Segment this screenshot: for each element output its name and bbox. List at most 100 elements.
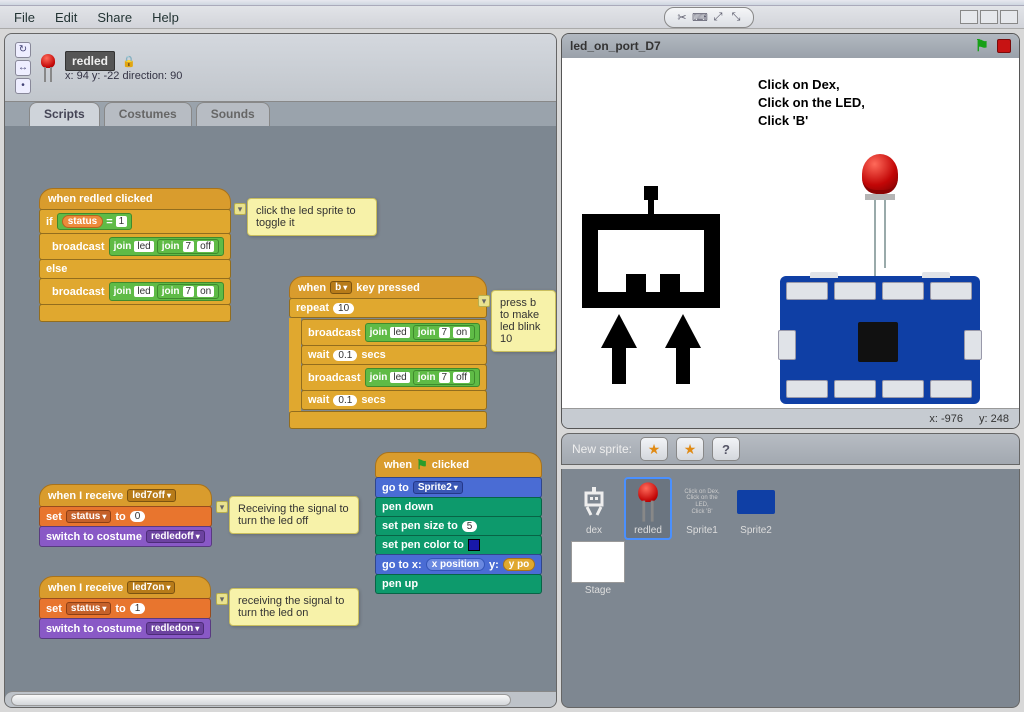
sprite-dex-on-stage[interactable] [582,186,720,348]
horizontal-scrollbar[interactable] [5,691,556,707]
stage-container: led_on_port_D7 ⚑ Click on Dex, Click on … [561,33,1020,429]
random-sprite-button[interactable]: ? [712,437,740,461]
scripts-area[interactable]: when redled clicked if status = 1 broadc… [5,126,556,707]
mouse-y-label: y: 248 [979,413,1009,425]
var-status[interactable]: status [62,215,103,228]
menu-share[interactable]: Share [89,8,140,27]
block-wait-1[interactable]: wait0.1secs [301,345,487,365]
comment-receive-on[interactable]: ▾ receiving the signal to turn the led o… [229,588,359,626]
block-broadcast-off[interactable]: broadcast joinled join7off [39,233,231,260]
new-sprite-label: New sprite: [572,442,632,456]
operator-join[interactable]: joinled join7off [109,237,224,256]
comment-collapse-icon[interactable]: ▾ [216,593,228,605]
tab-sounds[interactable]: Sounds [196,102,270,126]
choose-sprite-file-button[interactable]: ★ [676,437,704,461]
block-broadcast-on-loop[interactable]: broadcast joinled join7on [301,319,487,346]
editor-tabs: Scripts Costumes Sounds [5,102,556,126]
green-flag-icon: ⚑ [416,457,428,473]
tool-grow-icon[interactable]: ⤢ [709,11,727,24]
comment-collapse-icon[interactable]: ▾ [234,203,246,215]
block-else[interactable]: else [39,259,231,279]
block-switch-costume-on[interactable]: switch to costumeredledon [39,618,211,639]
value-10[interactable]: 10 [333,303,354,314]
comment-receive-off[interactable]: ▾ Receiving the signal to turn the led o… [229,496,359,534]
dropdown-key[interactable]: b [330,281,352,294]
block-broadcast-on[interactable]: broadcast joinled join7on [39,278,231,305]
mouse-coordinates-bar: x: -976 y: 248 [562,408,1019,428]
sprite-board-on-stage[interactable] [780,276,980,404]
comment-collapse-icon[interactable]: ▾ [478,295,490,307]
block-set-status-1[interactable]: setstatusto1 [39,598,211,619]
block-if[interactable]: if status = 1 [39,209,231,234]
block-set-status-0[interactable]: setstatusto0 [39,506,212,527]
script-stack-when-clicked[interactable]: when redled clicked if status = 1 broadc… [39,188,231,322]
hat-when-receive-off[interactable]: when I receive led7off [39,484,212,507]
menu-file[interactable]: File [6,8,43,27]
view-small-stage-button[interactable] [960,10,978,24]
rotate-style-360-button[interactable]: ↻ [15,42,31,58]
stage[interactable]: Click on Dex, Click on the LED, Click 'B… [562,58,1019,408]
block-wait-2[interactable]: wait0.1secs [301,390,487,410]
comment-blink[interactable]: ▾ press b to make led blink 10 [491,290,556,352]
stage-thumb[interactable]: Stage [570,537,626,600]
script-stack-green-flag[interactable]: when⚑clicked go toSprite2 pen down set p… [375,452,542,594]
block-pen-up[interactable]: pen up [375,574,542,594]
stage-title-bar: led_on_port_D7 ⚑ [562,34,1019,58]
dropdown-led7off[interactable]: led7off [127,489,176,502]
tab-scripts[interactable]: Scripts [29,102,100,126]
lock-icon[interactable]: 🔒 [122,55,136,68]
value-1[interactable]: 1 [116,216,128,227]
tool-stamp-icon[interactable]: ⌨ [691,11,709,24]
script-stack-receive-on[interactable]: when I receive led7on setstatusto1 switc… [39,576,211,639]
block-pen-down[interactable]: pen down [375,497,542,517]
sprite-library: dex redled Click on Dex,Click on the LED… [561,469,1020,708]
script-stack-key-pressed[interactable]: when b key pressed repeat10 broadcast jo… [289,276,487,429]
block-goto-xy[interactable]: go to x:x positiony:y po [375,554,542,575]
sprite-name-field[interactable]: redled [65,51,115,71]
block-pen-color[interactable]: set pen color to [375,535,542,555]
hat-when-green-flag[interactable]: when⚑clicked [375,452,542,478]
operator-join[interactable]: joinled join7on [109,282,225,301]
reporter-y-position[interactable]: y po [503,558,536,571]
script-stack-receive-off[interactable]: when I receive led7off setstatusto0 swit… [39,484,212,547]
comment-toggle-led[interactable]: ▾ click the led sprite to toggle it [247,198,377,236]
block-repeat[interactable]: repeat10 [289,298,487,318]
menu-edit[interactable]: Edit [47,8,85,27]
new-sprite-toolbar: New sprite: ★ ★ ? [561,433,1020,465]
paint-new-sprite-button[interactable]: ★ [640,437,668,461]
stage-instructions: Click on Dex, Click on the LED, Click 'B… [758,76,865,131]
pen-color-swatch[interactable] [468,539,480,551]
view-normal-stage-button[interactable] [980,10,998,24]
reporter-x-position[interactable]: x position [426,558,485,571]
block-broadcast-off-loop[interactable]: broadcast joinled join7off [301,364,487,391]
sprite-redled-on-stage[interactable] [862,154,898,200]
tool-shrink-icon[interactable]: ⤡ [727,11,745,24]
rotate-style-flip-button[interactable]: ↔ [15,60,31,76]
scrollbar-thumb[interactable] [11,694,511,706]
block-switch-costume-off[interactable]: switch to costumeredledoff [39,526,212,547]
operator-equals[interactable]: status = 1 [57,213,132,230]
cursor-tools[interactable]: ✂ ⌨ ⤢ ⤡ [664,7,754,28]
block-pen-size[interactable]: set pen size to5 [375,516,542,536]
block-goto-sprite[interactable]: go toSprite2 [375,477,542,498]
comment-collapse-icon[interactable]: ▾ [216,501,228,513]
rotate-style-none-button[interactable]: • [15,78,31,94]
tool-pointer-icon[interactable]: ✂ [673,11,691,24]
hat-when-receive-on[interactable]: when I receive led7on [39,576,211,599]
sprite-thumb-sprite2[interactable]: Sprite2 [732,477,780,540]
sprite-thumb-sprite1[interactable]: Click on Dex,Click on the LED,Click 'B' … [678,477,726,540]
view-full-stage-button[interactable] [1000,10,1018,24]
hat-when-key-pressed[interactable]: when b key pressed [289,276,487,299]
dropdown-led7on[interactable]: led7on [127,581,175,594]
sprite-thumb-dex[interactable]: dex [570,477,618,540]
menu-help[interactable]: Help [144,8,187,27]
stop-button[interactable] [997,39,1011,53]
script-editor-panel: ↻ ↔ • redled 🔒 x: 94 y: -22 direction: 9… [4,33,557,708]
mouse-x-label: x: -976 [929,413,963,425]
presentation-mode-buttons [960,10,1018,24]
tab-costumes[interactable]: Costumes [104,102,192,126]
right-panel: led_on_port_D7 ⚑ Click on Dex, Click on … [561,33,1020,708]
sprite-thumb-redled[interactable]: redled [624,477,672,540]
green-flag-button[interactable]: ⚑ [975,36,989,56]
hat-when-sprite-clicked[interactable]: when redled clicked [39,188,231,210]
